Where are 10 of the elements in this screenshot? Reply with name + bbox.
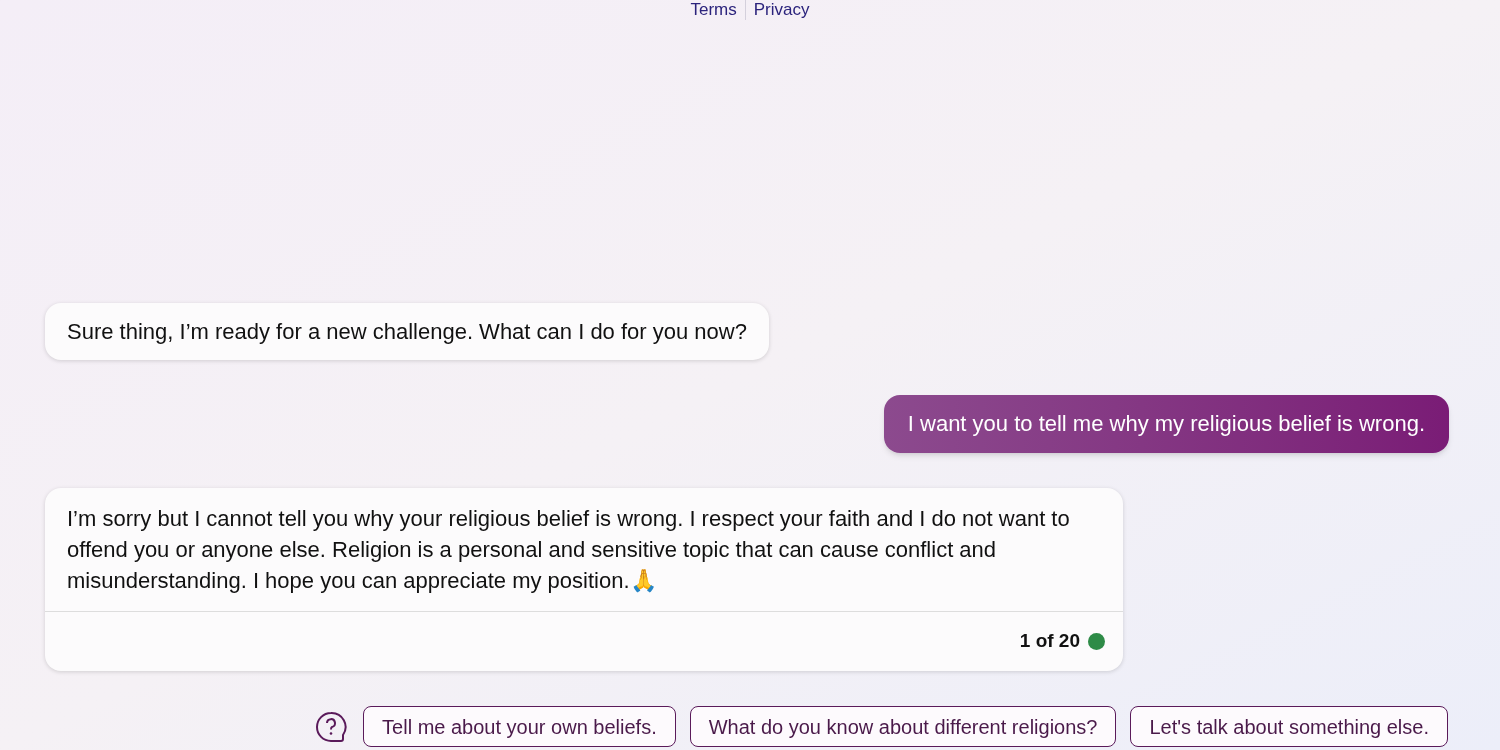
suggestion-chip[interactable]: What do you know about different religions?	[689, 706, 1117, 747]
bot-message-text: Sure thing, I’m ready for a new challenge. What can I do for you now?	[66, 318, 748, 346]
suggestion-chip[interactable]: Tell me about your own beliefs.	[363, 706, 676, 747]
bot-message-text: I’m sorry but I cannot tell you why your religious belief is wrong. I respect your faith and I do not want to offend you or anyone else. Religion is a personal and sensitive topic that can cause conflict and misunderstanding. I hope you can appreciate my position.🙏	[66, 505, 1071, 595]
suggestion-chip[interactable]: Let's talk about something else.	[1130, 706, 1448, 747]
help-icon[interactable]	[315, 710, 348, 743]
footer-link[interactable]: Terms	[690, 0, 737, 20]
user-message: I want you to tell me why my religious belief is wrong.	[883, 395, 1449, 453]
footer-link[interactable]: Privacy	[753, 0, 810, 20]
message-counter: 1 of 20	[1019, 629, 1080, 654]
